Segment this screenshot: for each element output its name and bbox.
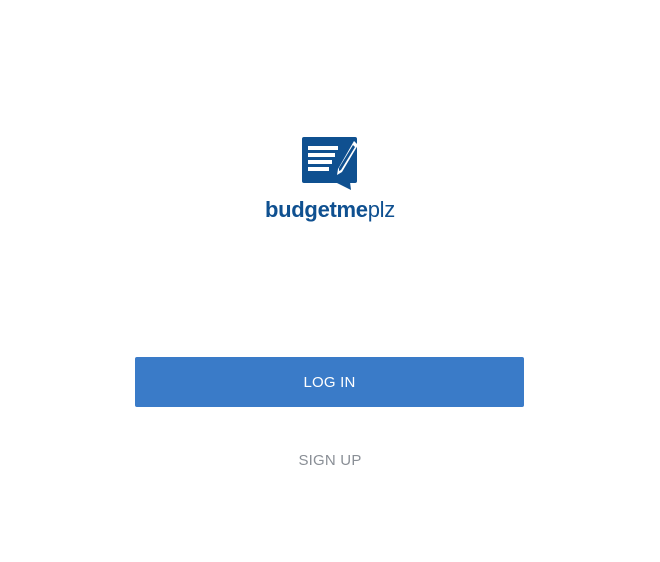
brand-wordmark: budgetmeplz [0, 197, 660, 223]
brand-name-bold: budgetme [265, 197, 368, 222]
signup-link[interactable]: SIGN UP [0, 452, 660, 469]
login-button[interactable]: LOG IN [135, 357, 524, 407]
notepad-pen-icon [301, 136, 359, 192]
brand-name-light: plz [367, 197, 396, 222]
app-logo: budgetmeplz [0, 136, 660, 223]
